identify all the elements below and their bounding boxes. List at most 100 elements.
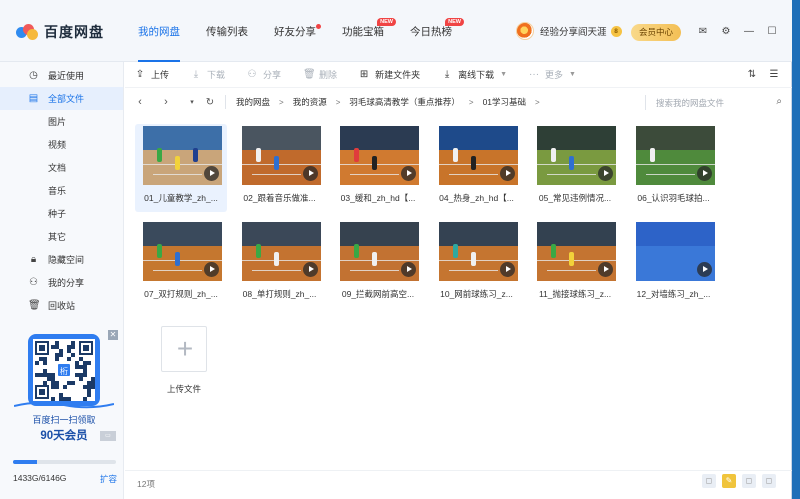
video-thumbnail xyxy=(143,222,222,281)
tab-today-hot[interactable]: 今日热榜 NEW xyxy=(410,0,464,62)
offline-download-button[interactable]: ⤓ 离线下载 ▼ xyxy=(442,68,507,81)
file-item[interactable]: 08_单打规则_zh_... xyxy=(234,220,326,308)
video-thumbnail xyxy=(241,126,321,185)
share-button[interactable]: ⚇ 分享 xyxy=(247,68,282,81)
breadcrumb-item[interactable]: 我的网盘 xyxy=(236,96,270,108)
thumbnail-background xyxy=(241,126,321,150)
more-button[interactable]: ··· 更多 ▼ xyxy=(529,68,576,81)
qr-module xyxy=(87,393,91,397)
chevron-right-icon[interactable]: > xyxy=(535,98,540,107)
tab-feature-box[interactable]: 功能宝箱 NEW xyxy=(342,0,396,62)
sidebar-item-music[interactable]: 音乐 xyxy=(0,179,123,202)
tab-friend-share[interactable]: 好友分享 xyxy=(274,0,321,62)
file-item[interactable]: 05_常见违例情况... xyxy=(529,124,621,212)
court-line xyxy=(537,260,616,261)
breadcrumb-item[interactable]: 01学习基础 xyxy=(483,96,526,108)
tray-app-icon[interactable]: ◻ xyxy=(702,474,716,488)
file-item[interactable]: 10_网前球练习_z... xyxy=(431,220,523,308)
list-view-icon[interactable]: ☰ xyxy=(768,69,780,81)
thumbnail-figure xyxy=(255,148,261,162)
clock-icon: ◷ xyxy=(29,70,38,81)
sidebar-item-recycle-bin[interactable]: 🗑︎ 回收站 xyxy=(0,294,123,317)
file-item[interactable]: 11_抛接球练习_z... xyxy=(529,220,621,308)
file-item[interactable]: 12_对墙练习_zh_... xyxy=(628,220,720,308)
thumbnail-background xyxy=(537,126,616,150)
mail-icon[interactable]: ✉ xyxy=(697,26,709,38)
maximize-icon[interactable]: ☐ xyxy=(766,26,778,38)
tab-label: 功能宝箱 xyxy=(342,26,384,38)
sidebar-item-other[interactable]: 其它 xyxy=(0,225,123,248)
download-icon: ⤓ xyxy=(444,68,450,80)
court-line xyxy=(547,270,596,271)
thumbnail-background xyxy=(340,126,419,150)
qr-module xyxy=(79,377,83,381)
file-item[interactable]: 01_儿童教学_zh_... xyxy=(135,124,227,212)
court-line xyxy=(448,174,498,175)
minimize-icon[interactable]: — xyxy=(743,26,755,38)
new-folder-button[interactable]: ⊞ 新建文件夹 xyxy=(359,68,420,81)
sidebar-item-all-files[interactable]: ▤ 全部文件 xyxy=(0,87,123,110)
share-icon: ⚇ xyxy=(29,277,38,288)
promo-card[interactable]: ✕ 桁 百度扫一扫领取 90天会员 ▭ xyxy=(10,330,118,456)
expand-storage-link[interactable]: 扩容 xyxy=(100,473,117,485)
thumbnail-background xyxy=(143,126,222,150)
download-button[interactable]: ⤓ 下载 xyxy=(191,68,225,81)
back-icon[interactable]: ‹ xyxy=(135,96,145,108)
video-thumbnail xyxy=(537,222,616,281)
tab-my-disk[interactable]: 我的网盘 xyxy=(138,0,180,62)
sidebar-item-torrents[interactable]: 种子 xyxy=(0,202,123,225)
storage-bar-fill xyxy=(13,460,37,464)
tray-app-icon[interactable]: ◻ xyxy=(762,474,776,488)
sidebar: ◷ 最近使用 ▤ 全部文件 图片 视频 文档 音乐 种子 其它 🔒︎ 隐藏空间 ⚇ 我的… xyxy=(0,62,124,499)
court-line xyxy=(340,164,419,165)
trash-icon: 🗑︎ xyxy=(28,300,41,311)
sidebar-item-label: 图片 xyxy=(48,117,67,127)
court-line xyxy=(448,270,498,271)
window-controls: ✉ ⚙ — ☐ ✕ xyxy=(697,26,800,38)
file-item[interactable]: 09_拦截网前高空... xyxy=(332,220,424,308)
sidebar-item-images[interactable]: 图片 xyxy=(0,110,123,133)
file-item[interactable]: 04_热身_zh_hd【... xyxy=(431,124,523,212)
breadcrumb-item[interactable]: 羽毛球高清教学（重点推荐） xyxy=(349,96,460,108)
avatar[interactable] xyxy=(516,22,534,40)
file-item[interactable]: 07_双打规则_zh_... xyxy=(135,220,227,308)
forward-icon[interactable]: › xyxy=(161,96,171,108)
file-item[interactable]: 06_认识羽毛球拍... xyxy=(628,124,720,212)
upload-button[interactable]: ⇪ 上传 xyxy=(135,68,169,81)
promo-close-icon[interactable]: ✕ xyxy=(108,330,118,340)
tab-transfer-list[interactable]: 传输列表 xyxy=(206,0,248,62)
button-label: 删除 xyxy=(319,70,338,80)
thumbnail-figure xyxy=(175,156,180,170)
sidebar-item-docs[interactable]: 文档 xyxy=(0,156,123,179)
qr-module xyxy=(55,357,59,361)
gear-icon[interactable]: ⚙ xyxy=(720,26,732,38)
file-item[interactable]: 02_跟着音乐做准... xyxy=(234,124,326,212)
history-dropdown-icon[interactable]: ▾ xyxy=(187,98,197,106)
delete-button[interactable]: 🗑︎ 删除 xyxy=(303,68,337,81)
refresh-icon[interactable]: ↻ xyxy=(205,97,215,108)
folder-plus-icon: ⊞ xyxy=(359,68,369,80)
search-input[interactable] xyxy=(646,95,761,110)
sort-icon[interactable]: ⇅ xyxy=(746,69,758,81)
path-bar: ‹ › ▾ ↻ 我的网盘 > 我的资源 > 羽毛球高清教学（重点推荐） > 01… xyxy=(125,88,792,116)
member-center-button[interactable]: 会员中心 xyxy=(631,24,681,41)
play-icon xyxy=(204,166,219,181)
sidebar-item-my-shares[interactable]: ⚇ 我的分享 xyxy=(0,271,123,294)
sidebar-item-videos[interactable]: 视频 xyxy=(0,133,123,156)
search-icon[interactable]: ⌕ xyxy=(776,96,782,107)
sidebar-item-label: 隐藏空间 xyxy=(48,255,85,265)
video-thumbnail xyxy=(241,222,321,281)
user-profile[interactable]: 经验分享阎天涯 8 xyxy=(516,22,622,40)
qr-module xyxy=(63,385,67,389)
thumbnail-figure xyxy=(372,252,377,266)
chevron-right-icon: > xyxy=(468,97,474,107)
tray-app-icon[interactable]: ✎ xyxy=(722,474,736,488)
upload-file-tile[interactable]: + xyxy=(161,326,207,372)
tray-app-icon[interactable]: ◻ xyxy=(742,474,756,488)
sidebar-item-hidden-space[interactable]: 🔒︎ 隐藏空间 xyxy=(0,248,123,271)
sidebar-item-recent[interactable]: ◷ 最近使用 xyxy=(0,64,123,87)
file-item[interactable]: 03_缓和_zh_hd【... xyxy=(332,124,424,212)
app-logo[interactable]: 百度网盘 xyxy=(16,22,104,42)
new-badge: NEW xyxy=(377,18,396,26)
breadcrumb-item[interactable]: 我的资源 xyxy=(293,96,327,108)
